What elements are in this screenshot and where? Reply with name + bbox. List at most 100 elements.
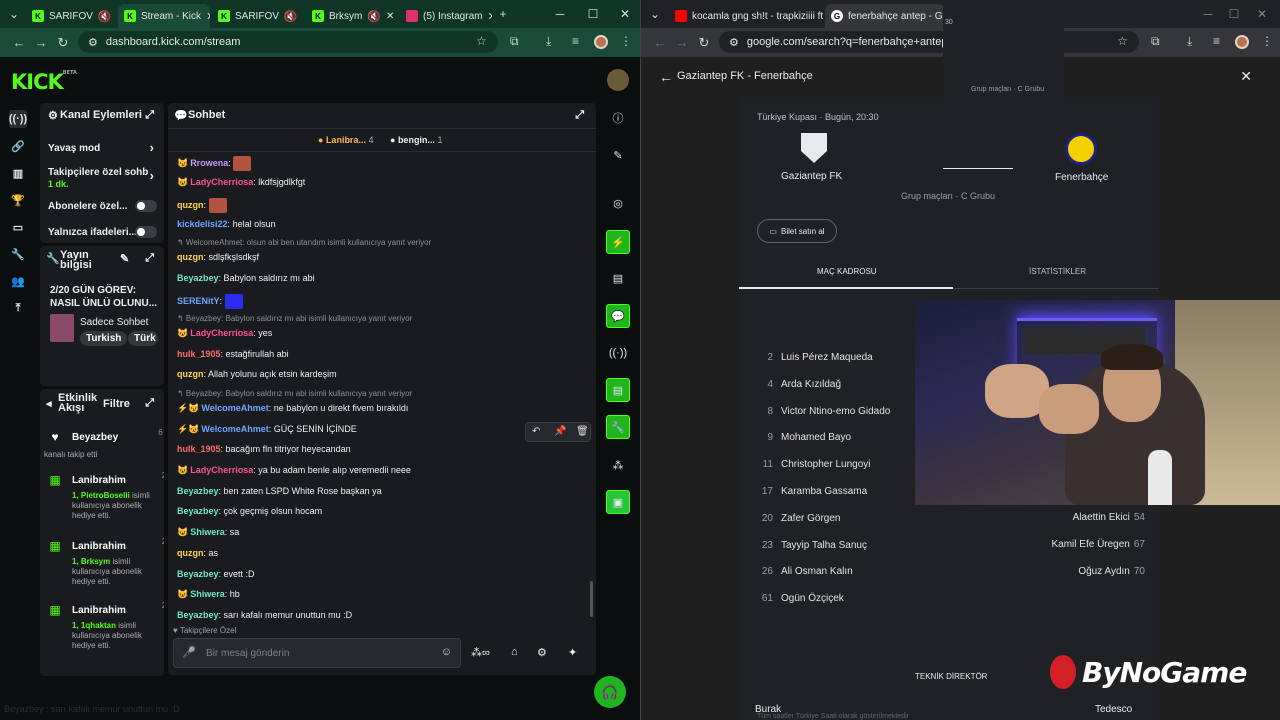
tab-search-icon[interactable]: ⌄ [641, 0, 669, 28]
microphone-icon[interactable]: 🎤 [182, 646, 196, 659]
chat-username[interactable]: kickdelisi22 [177, 219, 228, 229]
close-icon[interactable]: ✕ [1240, 68, 1252, 85]
trophy-nav-icon[interactable]: 🏆 [9, 191, 27, 209]
tab-sarifov-2[interactable]: K SARIFOV 🔇✕ [212, 4, 304, 28]
upload-nav-icon[interactable]: ⤒ [9, 299, 27, 317]
reload-icon[interactable]: ↻ [693, 32, 715, 54]
points-icon[interactable]: ⁂∞ [471, 646, 490, 659]
buy-ticket-button[interactable]: ▭ Bilet satın al [757, 219, 837, 243]
chat-message[interactable]: ⚡😼 WelcomeAhmet: ne babylon u direkt five… [177, 403, 408, 414]
away-player[interactable]: Kamil Efe Üregen 67 [1052, 539, 1146, 550]
pin-icon[interactable]: 📌 [554, 426, 566, 437]
shop-icon[interactable]: ⌂ [511, 646, 518, 658]
chat-tool-icon[interactable]: 💬 [606, 304, 630, 328]
back-arrow-icon[interactable]: ← [659, 69, 673, 85]
chat-username[interactable]: quzgn [177, 200, 204, 210]
chat-username[interactable]: LadyCherriosa [190, 328, 253, 338]
chat-username[interactable]: Shiwera [190, 527, 225, 537]
gift-icon[interactable]: ✦ [568, 646, 577, 659]
pinned-user[interactable]: ● Lanibra... 4 [318, 135, 373, 145]
home-player[interactable]: 17 Karamba Gassama [753, 486, 867, 497]
chat-username[interactable]: Beyazbey [177, 273, 219, 283]
chat-username[interactable]: Beyazbey [177, 610, 219, 620]
reload-icon[interactable]: ↻ [52, 32, 74, 54]
away-player[interactable]: Oğuz Aydın 70 [1078, 566, 1145, 577]
chat-username[interactable]: Beyazbey [177, 506, 219, 516]
back-icon[interactable]: ← [8, 32, 30, 54]
emotes-only-toggle[interactable] [135, 226, 157, 238]
chat-message[interactable]: 😺 LadyCherriosa: ya bu adam benle alıp ve… [177, 465, 411, 476]
activity-filter-button[interactable]: Filtre [103, 398, 130, 410]
maximize-icon[interactable]: ☐ [1219, 0, 1249, 28]
dots-icon[interactable]: ⁂ [606, 453, 630, 477]
chat-message[interactable]: SERENitY: [177, 293, 243, 309]
headset-icon[interactable]: 🎧 [594, 676, 626, 708]
maximize-icon[interactable]: ☐ [578, 0, 608, 28]
analytics-nav-icon[interactable]: ▥ [9, 164, 27, 182]
chat-message[interactable]: quzgn: sdlşfkşlsdkşf [177, 252, 259, 262]
chat-username[interactable]: quzgn [177, 548, 204, 558]
link-nav-icon[interactable]: 🔗 [9, 137, 27, 155]
video-nav-icon[interactable]: ▭ [9, 218, 27, 236]
extensions-icon[interactable]: ⧉ [1151, 34, 1160, 49]
chat-username[interactable]: quzgn [177, 252, 204, 262]
chat-message[interactable]: Beyazbey: sarı kafalı memur unuttun mu :… [177, 610, 352, 620]
close-tab-icon[interactable]: ✕ [386, 11, 394, 22]
chat-message[interactable]: kickdelisi22: helal olsun [177, 219, 276, 229]
chat-message[interactable]: Beyazbey: çok geçmiş olsun hocam [177, 506, 322, 516]
camera-icon[interactable]: ◎ [606, 191, 630, 215]
away-player[interactable]: Alaettin Ekici 54 [1073, 512, 1145, 523]
chat-username[interactable]: LadyCherriosa [190, 177, 253, 187]
chat-message[interactable]: 😺 LadyCherriosa: yes [177, 328, 272, 339]
close-window-icon[interactable]: ✕ [610, 0, 640, 28]
back-icon[interactable]: ← [649, 32, 671, 54]
site-info-icon[interactable]: ⚙ [88, 36, 98, 49]
home-player[interactable]: 4 Arda Kızıldağ [753, 379, 841, 390]
tab-google-search[interactable]: G fenerbahçe antep - Google' [825, 4, 945, 28]
extensions-icon[interactable]: ⧉ [510, 34, 519, 49]
mute-icon[interactable]: 🔇 [98, 10, 112, 23]
forward-icon[interactable]: → [30, 32, 52, 54]
chat-message[interactable]: Beyazbey: Babylon saldırız mı abi [177, 273, 315, 283]
chat-username[interactable]: hulk_1905 [177, 349, 221, 359]
menu-icon[interactable]: ⋮ [1261, 34, 1273, 48]
users-nav-icon[interactable]: 👥 [9, 272, 27, 290]
pinned-user[interactable]: ● bengin... 1 [390, 135, 442, 145]
layout-icon[interactable]: ▤ [606, 378, 630, 402]
tab-search-icon[interactable]: ⌄ [0, 0, 28, 28]
chat-username[interactable]: WelcomeAhmet [201, 424, 268, 434]
address-bar[interactable]: ⚙ dashboard.kick.com/stream [78, 31, 498, 53]
edit-icon[interactable]: ✎ [120, 252, 129, 265]
delete-icon[interactable]: 🗑 [576, 426, 589, 437]
kick-logo[interactable]: KICKBETA [11, 70, 77, 94]
tab-lineups[interactable]: MAÇ KADROSU [817, 267, 877, 276]
wrench-tool-icon[interactable]: 🔧 [606, 415, 630, 439]
chat-message[interactable]: 😺 LadyCherriosa: lkdfsjgdlkfgt [177, 177, 305, 188]
reply-icon[interactable]: ↶ [532, 426, 540, 437]
menu-icon[interactable]: ⋮ [620, 34, 632, 48]
media-icon[interactable]: ≡ [572, 34, 579, 48]
address-bar[interactable]: ⚙ google.com/search?q=fenerbahçe+antep&o… [719, 31, 1139, 53]
chat-username[interactable]: Shiwera [190, 589, 225, 599]
chat-username[interactable]: Rrowena [190, 158, 228, 168]
wrench-nav-icon[interactable]: 🔧 [9, 245, 27, 263]
popout-icon[interactable]: ⤢ [145, 109, 154, 122]
media-icon[interactable]: ≡ [1213, 34, 1220, 48]
chat-username[interactable]: hulk_1905 [177, 444, 221, 454]
minimize-icon[interactable]: ─ [545, 0, 575, 28]
app-icon[interactable]: ▣ [606, 490, 630, 514]
bookmark-star-icon[interactable]: ☆ [476, 34, 487, 48]
tag-turk[interactable]: Türk [128, 331, 158, 346]
profile-avatar[interactable] [594, 35, 608, 49]
tab-instagram[interactable]: (5) Instagram ✕ [400, 4, 492, 28]
tab-stats[interactable]: İSTATİSTİKLER [1029, 267, 1086, 276]
chat-input[interactable]: 🎤 Bir mesaj gönderin ☺ [173, 638, 461, 668]
chat-message[interactable]: 😺 Shiwera: sa [177, 527, 239, 538]
chat-username[interactable]: Beyazbey [177, 569, 219, 579]
forward-icon[interactable]: → [671, 32, 693, 54]
info-icon[interactable]: ⓘ [606, 106, 630, 130]
chat-username[interactable]: SERENitY [177, 296, 220, 306]
chevron-right-icon[interactable]: › [150, 168, 154, 183]
profile-avatar[interactable] [1235, 35, 1249, 49]
download-icon[interactable]: ⤓ [546, 34, 551, 49]
